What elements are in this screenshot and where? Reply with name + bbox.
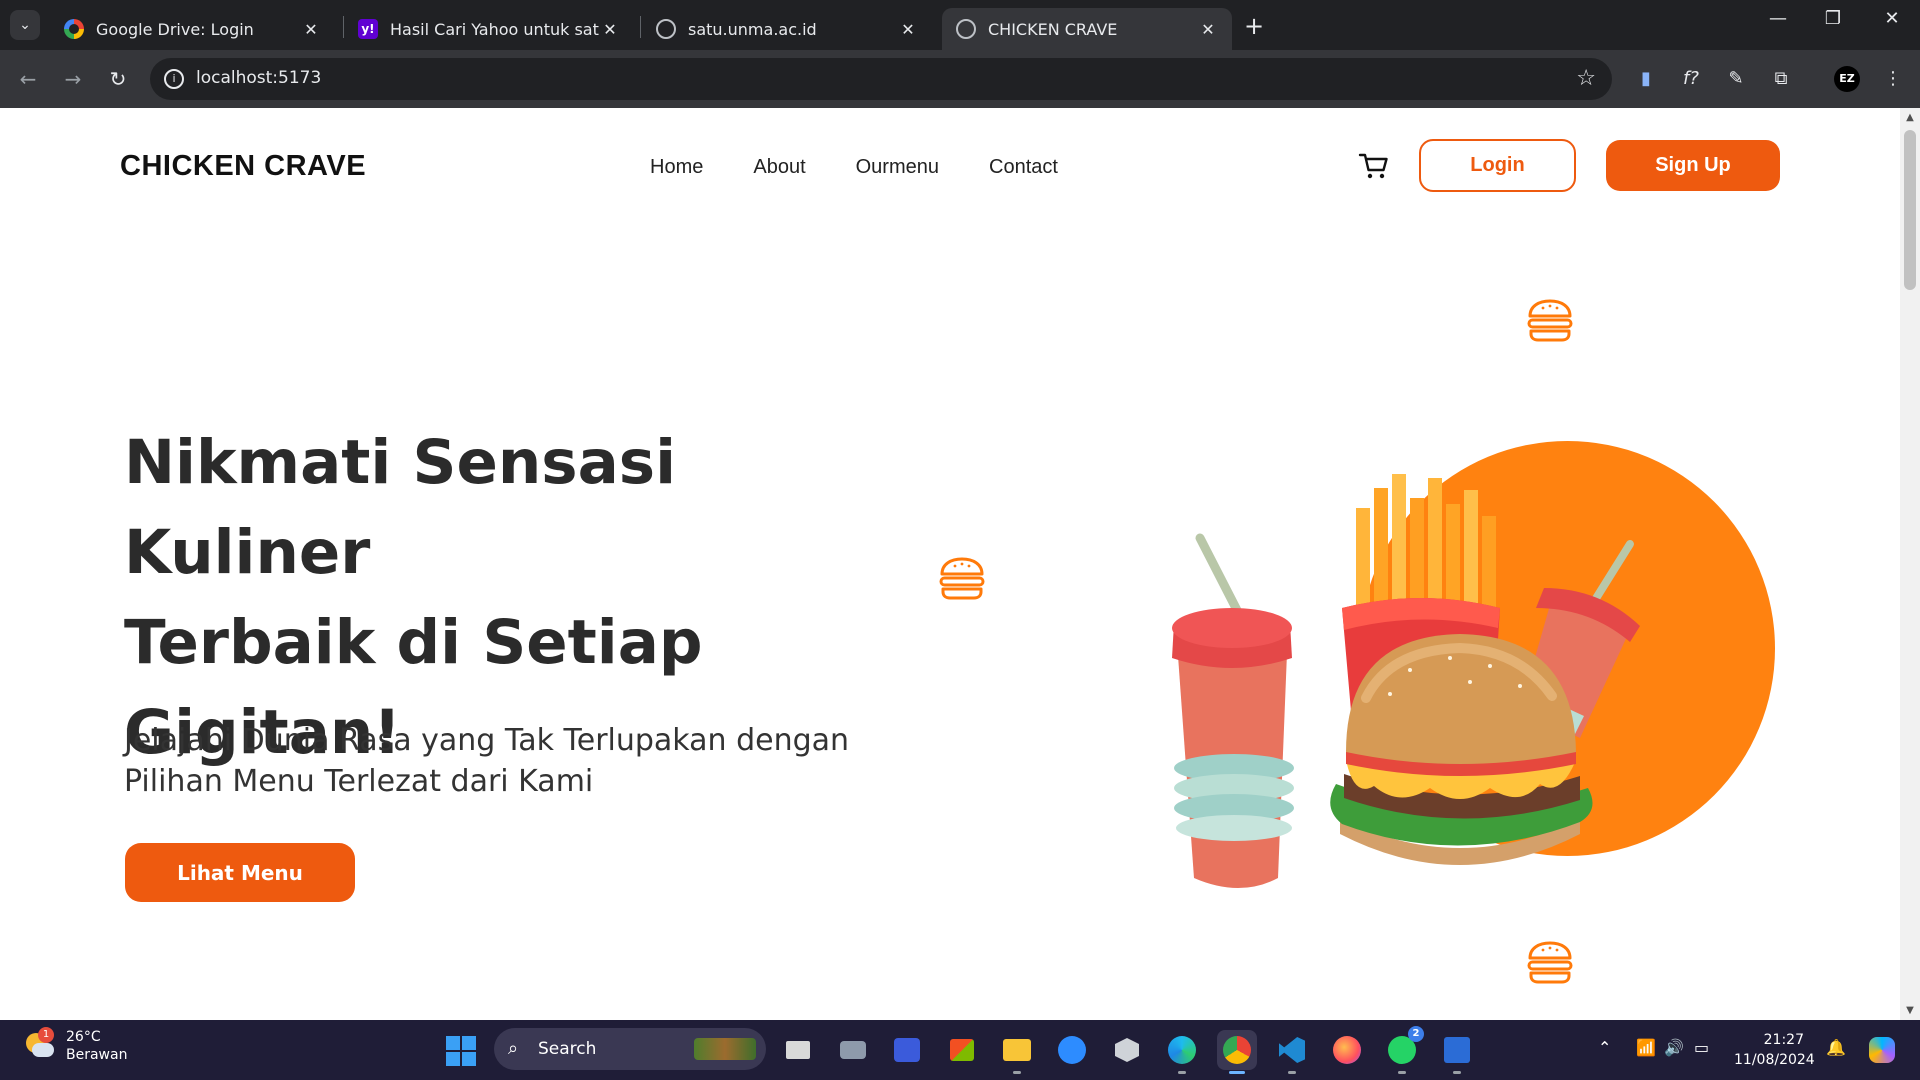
close-icon[interactable]: ✕ bbox=[301, 20, 321, 39]
windows-taskbar: 1 26°C Berawan ⌕ Search 2 ⌃ 📶 🔊 ▭ 21:27 … bbox=[0, 1020, 1920, 1080]
copilot-icon[interactable] bbox=[1862, 1030, 1902, 1070]
system-clock[interactable]: 21:27 11/08/2024 bbox=[1734, 1030, 1815, 1070]
weather-badge: 1 bbox=[38, 1027, 54, 1043]
tab-title: Hasil Cari Yahoo untuk satu unm bbox=[390, 19, 600, 39]
see-menu-button[interactable]: Lihat Menu bbox=[125, 843, 355, 902]
clock-time: 21:27 bbox=[1763, 1032, 1804, 1048]
nav-home[interactable]: Home bbox=[650, 156, 703, 179]
show-hidden-icons-chevron[interactable]: ⌃ bbox=[1598, 1038, 1611, 1057]
word-icon[interactable] bbox=[1437, 1030, 1477, 1074]
firefox-icon[interactable] bbox=[1327, 1030, 1367, 1070]
burger-outline-icon bbox=[939, 557, 985, 600]
hero-title-line: Nikmati Sensasi Kuliner bbox=[124, 427, 676, 588]
new-tab-button[interactable]: + bbox=[1244, 12, 1264, 40]
tab-google-drive[interactable]: Google Drive: Login ✕ bbox=[50, 8, 335, 50]
close-icon[interactable]: ✕ bbox=[898, 20, 918, 39]
whatsapp-badge: 2 bbox=[1408, 1026, 1424, 1042]
extension-formula-icon[interactable]: f? bbox=[1676, 64, 1706, 94]
nav-ourmenu[interactable]: Ourmenu bbox=[856, 156, 939, 179]
task-view-icon[interactable] bbox=[778, 1030, 818, 1070]
main-nav: Home About Ourmenu Contact bbox=[650, 156, 1058, 179]
pen-app-icon[interactable] bbox=[887, 1030, 927, 1070]
burger-outline-icon bbox=[1527, 941, 1573, 984]
microsoft-store-icon[interactable] bbox=[942, 1030, 982, 1070]
google-icon bbox=[64, 19, 84, 39]
whatsapp-icon[interactable]: 2 bbox=[1382, 1026, 1424, 1074]
browser-toolbar: ← → ↻ i localhost:5173 ☆ ▮ f? ✎ ⧉ EZ ⋮ bbox=[0, 50, 1920, 108]
reload-icon[interactable]: ↻ bbox=[103, 64, 133, 94]
tab-satu-unma[interactable]: satu.unma.ac.id ✕ bbox=[642, 8, 932, 50]
site-logo[interactable]: CHICKEN CRAVE bbox=[120, 150, 366, 183]
tab-title: satu.unma.ac.id bbox=[688, 19, 817, 39]
partly-cloudy-icon: 1 bbox=[22, 1027, 56, 1063]
site-info-icon[interactable]: i bbox=[164, 69, 184, 89]
edge-browser-icon[interactable] bbox=[1162, 1030, 1202, 1074]
file-explorer-icon[interactable] bbox=[997, 1030, 1037, 1074]
tab-chicken-crave[interactable]: CHICKEN CRAVE ✕ bbox=[942, 8, 1232, 50]
hero-title-line: Terbaik di Setiap bbox=[124, 607, 703, 678]
fast-food-illustration bbox=[1172, 474, 1640, 888]
drink-cup-left bbox=[1172, 533, 1294, 888]
notification-bell-icon[interactable]: 🔔 bbox=[1826, 1038, 1846, 1057]
hero-subtitle-line: Jelajahi Dunia Rasa yang Tak Terlupakan … bbox=[124, 723, 850, 758]
yahoo-icon: y! bbox=[358, 19, 378, 39]
page-scrollbar[interactable]: ▲ ▼ bbox=[1900, 108, 1920, 1020]
wifi-icon[interactable]: 📶 bbox=[1636, 1038, 1656, 1057]
weather-widget[interactable]: 1 26°C Berawan bbox=[22, 1027, 128, 1064]
search-label: Search bbox=[538, 1039, 597, 1059]
scrollbar-thumb[interactable] bbox=[1904, 130, 1916, 290]
profile-avatar[interactable]: EZ bbox=[1834, 66, 1860, 92]
burger-outline-icon bbox=[1527, 299, 1573, 342]
camera-app-icon[interactable] bbox=[833, 1030, 873, 1070]
address-bar[interactable]: i localhost:5173 ☆ bbox=[150, 58, 1612, 100]
tab-yahoo[interactable]: y! Hasil Cari Yahoo untuk satu unm ✕ bbox=[344, 8, 634, 50]
scroll-up-icon[interactable]: ▲ bbox=[1905, 112, 1915, 123]
menu-kebab-icon[interactable]: ⋮ bbox=[1878, 64, 1908, 94]
battery-icon[interactable]: ▭ bbox=[1694, 1038, 1709, 1057]
url-text[interactable]: localhost:5173 bbox=[196, 68, 321, 88]
cart-icon[interactable] bbox=[1358, 150, 1390, 182]
extensions-puzzle-icon[interactable]: ⧉ bbox=[1766, 64, 1796, 94]
tab-search-button[interactable]: ⌄ bbox=[10, 10, 40, 40]
browser-tab-bar: ⌄ Google Drive: Login ✕ y! Hasil Cari Ya… bbox=[0, 0, 1920, 50]
nav-contact[interactable]: Contact bbox=[989, 156, 1058, 179]
clock-date: 11/08/2024 bbox=[1734, 1052, 1815, 1068]
site-header: CHICKEN CRAVE Home About Ourmenu Contact… bbox=[0, 108, 1900, 218]
chrome-browser-icon[interactable] bbox=[1217, 1030, 1257, 1074]
zoom-icon[interactable] bbox=[1052, 1030, 1092, 1070]
vscode-icon[interactable] bbox=[1272, 1030, 1312, 1074]
windows-start-icon[interactable] bbox=[446, 1036, 476, 1066]
unity-app-icon[interactable] bbox=[1107, 1030, 1147, 1070]
weather-desc: Berawan bbox=[66, 1047, 128, 1063]
hero-subtitle-line: Pilihan Menu Terlezat dari Kami bbox=[124, 764, 594, 799]
close-icon[interactable]: ✕ bbox=[600, 20, 620, 39]
back-icon[interactable]: ← bbox=[13, 64, 43, 94]
tab-title: Google Drive: Login bbox=[96, 19, 254, 39]
restore-icon[interactable]: ❐ bbox=[1813, 8, 1853, 29]
search-highlight-image bbox=[694, 1038, 756, 1060]
login-button[interactable]: Login bbox=[1419, 139, 1576, 192]
page-viewport: CHICKEN CRAVE Home About Ourmenu Contact… bbox=[0, 108, 1900, 1020]
volume-icon[interactable]: 🔊 bbox=[1664, 1038, 1684, 1057]
tab-title: CHICKEN CRAVE bbox=[988, 19, 1118, 39]
bookmark-star-icon[interactable]: ☆ bbox=[1576, 66, 1596, 91]
hero-subtitle: Jelajahi Dunia Rasa yang Tak Terlupakan … bbox=[124, 720, 884, 802]
scroll-down-icon[interactable]: ▼ bbox=[1905, 1005, 1915, 1016]
forward-icon[interactable]: → bbox=[58, 64, 88, 94]
close-window-icon[interactable]: ✕ bbox=[1872, 8, 1912, 29]
nav-about[interactable]: About bbox=[753, 156, 805, 179]
taskbar-search[interactable]: ⌕ Search bbox=[494, 1028, 766, 1070]
search-icon: ⌕ bbox=[508, 1038, 519, 1059]
extension-docs-icon[interactable]: ▮ bbox=[1631, 64, 1661, 94]
minimize-icon[interactable]: — bbox=[1758, 8, 1798, 29]
globe-icon bbox=[956, 19, 976, 39]
globe-icon bbox=[656, 19, 676, 39]
signup-button[interactable]: Sign Up bbox=[1606, 140, 1780, 191]
eyedropper-icon[interactable]: ✎ bbox=[1721, 64, 1751, 94]
close-icon[interactable]: ✕ bbox=[1198, 20, 1218, 39]
weather-temp: 26°C bbox=[66, 1029, 101, 1045]
